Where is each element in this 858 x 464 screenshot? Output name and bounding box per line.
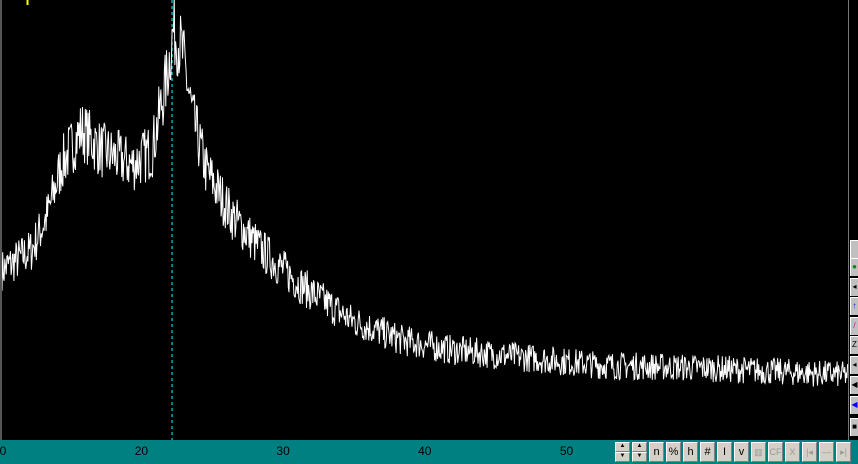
toolbar-button-i[interactable]: I — [717, 442, 732, 462]
toolbar-button-v[interactable]: v — [734, 442, 749, 462]
peak-up-icon[interactable]: ↑ — [850, 297, 858, 315]
arrow-left-icon[interactable]: ◂ — [850, 278, 858, 296]
toolbar-button-last[interactable]: ▸| — [836, 442, 851, 462]
toolbar-button-x[interactable]: X — [785, 442, 800, 462]
x-tick-label: 40 — [418, 444, 432, 458]
toolbar-button-cf[interactable]: CF — [768, 442, 783, 462]
double-arrow-icon[interactable]: ◂ — [850, 356, 858, 374]
toolbar-button-chart[interactable]: ▥ — [751, 442, 766, 462]
zigzag-icon[interactable]: Z — [850, 336, 858, 354]
triangle-left-icon[interactable]: ◀ — [850, 376, 858, 394]
toolbar-button-s[interactable] — [850, 240, 858, 258]
x-tick-label: 50 — [559, 444, 574, 458]
spectrum-chart — [1, 0, 849, 440]
toolbar-button-percent[interactable]: % — [666, 442, 681, 462]
right-toolbar: ● ◂ ↑ / Z ◂ ◀ ◀ ■ — [848, 0, 858, 440]
toolbar-button-n[interactable]: n — [649, 442, 664, 462]
x-tick-label: 30 — [276, 444, 290, 458]
spinner-2[interactable]: ▲ ▼ — [632, 442, 647, 462]
toolbar-button-h[interactable]: h — [683, 442, 698, 462]
blue-triangle-icon[interactable]: ◀ — [850, 396, 858, 414]
green-circle-icon[interactable]: ● — [850, 258, 858, 276]
bottom-toolbar: ▲ ▼ ▲ ▼ n% h # Iv ▥ CF X |◂ — ▸| — [615, 442, 851, 462]
toolbar-button-hash[interactable]: # — [700, 442, 715, 462]
spectrum-line — [1, 0, 849, 387]
marker — [26, 0, 29, 5]
toolbar-button-minus[interactable]: — — [819, 442, 834, 462]
spinner-1[interactable]: ▲ ▼ — [615, 442, 630, 462]
toolbar-button-first[interactable]: |◂ — [802, 442, 817, 462]
square-icon[interactable]: ■ — [850, 418, 858, 436]
plot-area[interactable] — [0, 0, 849, 440]
x-tick-label: 10 — [0, 444, 7, 458]
pen-icon[interactable]: / — [850, 317, 858, 335]
x-tick-label: 20 — [134, 444, 149, 458]
